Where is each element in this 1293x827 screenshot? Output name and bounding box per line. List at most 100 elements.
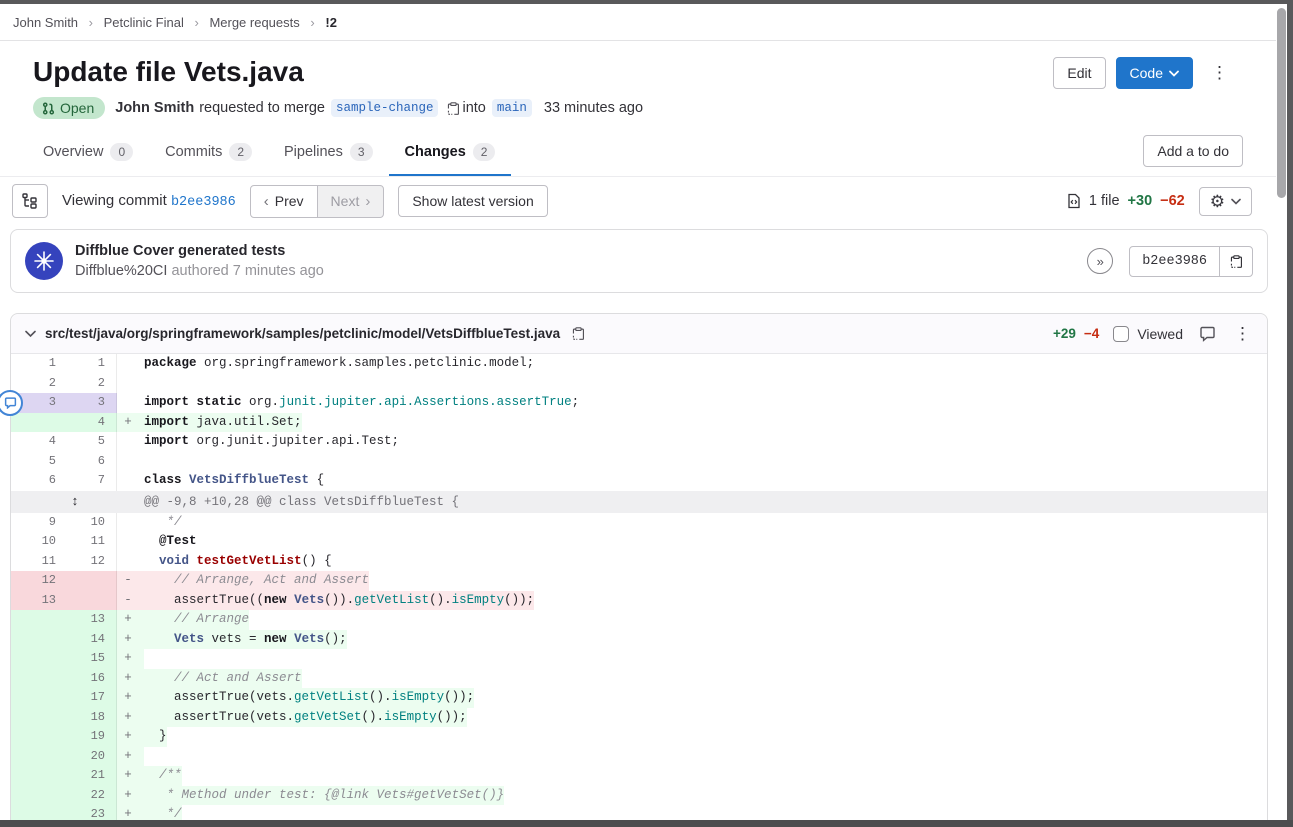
new-line-number[interactable]: 5 <box>67 432 117 452</box>
tab-commits[interactable]: Commits 2 <box>149 129 268 176</box>
status-badge: Open <box>33 97 105 119</box>
viewing-commit-sha-link[interactable]: b2ee3986 <box>171 195 236 210</box>
file-options-kebab-button[interactable]: ⋮ <box>1232 324 1253 344</box>
expand-lines-icon[interactable]: ↕ <box>11 491 139 513</box>
file-tree-icon <box>22 193 38 209</box>
new-line-number[interactable]: 20 <box>67 747 117 767</box>
edit-button[interactable]: Edit <box>1053 57 1105 89</box>
new-line-number[interactable]: 6 <box>67 452 117 472</box>
next-commit-button[interactable]: Next › <box>317 185 385 218</box>
new-line-number[interactable]: 3 <box>67 393 117 413</box>
code-line: import org.junit.jupiter.api.Test; <box>139 432 399 452</box>
commit-sha-button[interactable]: b2ee3986 <box>1129 246 1220 277</box>
diff-body: 11package org.springframework.samples.pe… <box>11 354 1267 825</box>
viewed-checkbox[interactable] <box>1113 326 1129 342</box>
show-latest-version-button[interactable]: Show latest version <box>398 185 547 217</box>
new-line-number[interactable]: 1 <box>67 354 117 374</box>
breadcrumb-user[interactable]: John Smith <box>13 15 78 30</box>
mr-author[interactable]: John Smith <box>115 100 194 116</box>
new-line-number[interactable]: 16 <box>67 669 117 689</box>
old-line-number[interactable]: 5 <box>11 452 67 472</box>
old-line-number[interactable] <box>11 747 67 767</box>
diff-row: 910 */ <box>11 513 1267 533</box>
file-tree-toggle-button[interactable] <box>12 184 48 218</box>
avatar[interactable] <box>25 242 63 280</box>
code-line: assertTrue(vets.getVetList().isEmpty()); <box>139 688 474 708</box>
old-line-number[interactable]: 2 <box>11 374 67 394</box>
commit-time-ago: 7 minutes ago <box>233 263 324 279</box>
breadcrumb-merge-requests[interactable]: Merge requests <box>209 15 299 30</box>
diff-row: 15+ <box>11 649 1267 669</box>
breadcrumb-project[interactable]: Petclinic Final <box>104 15 184 30</box>
old-line-number[interactable] <box>11 610 67 630</box>
into-text: into <box>462 100 485 116</box>
old-line-number[interactable] <box>11 727 67 747</box>
diff-row: 20+ <box>11 747 1267 767</box>
code-dropdown-button[interactable]: Code <box>1116 57 1193 89</box>
diff-row: 13+ // Arrange <box>11 610 1267 630</box>
diff-settings-button[interactable]: ⚙ <box>1199 187 1252 216</box>
old-line-number[interactable]: 9 <box>11 513 67 533</box>
old-line-number[interactable] <box>11 630 67 650</box>
file-comment-icon[interactable] <box>1197 324 1218 344</box>
mr-options-kebab-button[interactable]: ⋮ <box>1203 59 1236 87</box>
old-line-number[interactable] <box>11 786 67 806</box>
code-line: */ <box>139 513 182 533</box>
old-line-number[interactable] <box>11 688 67 708</box>
file-deletions: −4 <box>1084 326 1099 341</box>
commit-author[interactable]: Diffblue%20CI <box>75 263 167 279</box>
old-line-number[interactable] <box>11 649 67 669</box>
file-path[interactable]: src/test/java/org/springframework/sample… <box>45 326 560 341</box>
old-line-number[interactable]: 11 <box>11 552 67 572</box>
commit-title[interactable]: Diffblue Cover generated tests <box>75 243 1075 259</box>
new-line-number[interactable]: 17 <box>67 688 117 708</box>
target-branch-label[interactable]: main <box>492 99 532 117</box>
old-line-number[interactable] <box>11 708 67 728</box>
old-line-number[interactable] <box>11 669 67 689</box>
new-line-number[interactable] <box>67 571 117 591</box>
diff-expand-row[interactable]: ↕@@ -9,8 +10,28 @@ class VetsDiffblueTes… <box>11 491 1267 513</box>
code-line: @Test <box>139 532 197 552</box>
diff-row: 1112 void testGetVetList() { <box>11 552 1267 572</box>
new-line-number[interactable] <box>67 591 117 611</box>
source-branch-label[interactable]: sample-change <box>331 99 439 117</box>
old-line-number[interactable]: 4 <box>11 432 67 452</box>
diff-marker <box>117 393 139 413</box>
new-line-number[interactable]: 21 <box>67 766 117 786</box>
copy-branch-icon[interactable] <box>444 99 462 118</box>
new-line-number[interactable]: 4 <box>67 413 117 433</box>
old-line-number[interactable]: 6 <box>11 471 67 491</box>
add-todo-button[interactable]: Add a to do <box>1143 135 1243 167</box>
diff-row: 33import static org.junit.jupiter.api.As… <box>11 393 1267 413</box>
copy-file-path-icon[interactable] <box>569 324 587 343</box>
new-line-number[interactable]: 22 <box>67 786 117 806</box>
new-line-number[interactable]: 18 <box>67 708 117 728</box>
old-line-number[interactable]: 13 <box>11 591 67 611</box>
old-line-number[interactable] <box>11 413 67 433</box>
tab-pipelines[interactable]: Pipelines 3 <box>268 129 389 176</box>
new-line-number[interactable]: 11 <box>67 532 117 552</box>
tab-overview[interactable]: Overview 0 <box>27 129 149 176</box>
breadcrumb-separator: › <box>310 15 314 30</box>
old-line-number[interactable]: 12 <box>11 571 67 591</box>
old-line-number[interactable] <box>11 766 67 786</box>
old-line-number[interactable]: 10 <box>11 532 67 552</box>
code-line: // Arrange, Act and Assert <box>139 571 369 591</box>
new-line-number[interactable]: 2 <box>67 374 117 394</box>
new-line-number[interactable]: 15 <box>67 649 117 669</box>
new-line-number[interactable]: 7 <box>67 471 117 491</box>
tab-changes[interactable]: Changes 2 <box>389 129 512 176</box>
new-line-number[interactable]: 19 <box>67 727 117 747</box>
new-line-number[interactable]: 14 <box>67 630 117 650</box>
expand-commit-details-button[interactable]: » <box>1087 248 1113 274</box>
new-line-number[interactable]: 10 <box>67 513 117 533</box>
new-line-number[interactable]: 13 <box>67 610 117 630</box>
copy-commit-sha-icon[interactable] <box>1219 246 1253 277</box>
new-line-number[interactable]: 12 <box>67 552 117 572</box>
page-scrollbar[interactable] <box>1276 4 1287 820</box>
diff-marker <box>117 552 139 572</box>
scrollbar-thumb[interactable] <box>1277 8 1286 198</box>
old-line-number[interactable]: 1 <box>11 354 67 374</box>
prev-commit-button[interactable]: ‹ Prev <box>250 185 318 218</box>
collapse-file-chevron-icon[interactable] <box>25 330 36 338</box>
